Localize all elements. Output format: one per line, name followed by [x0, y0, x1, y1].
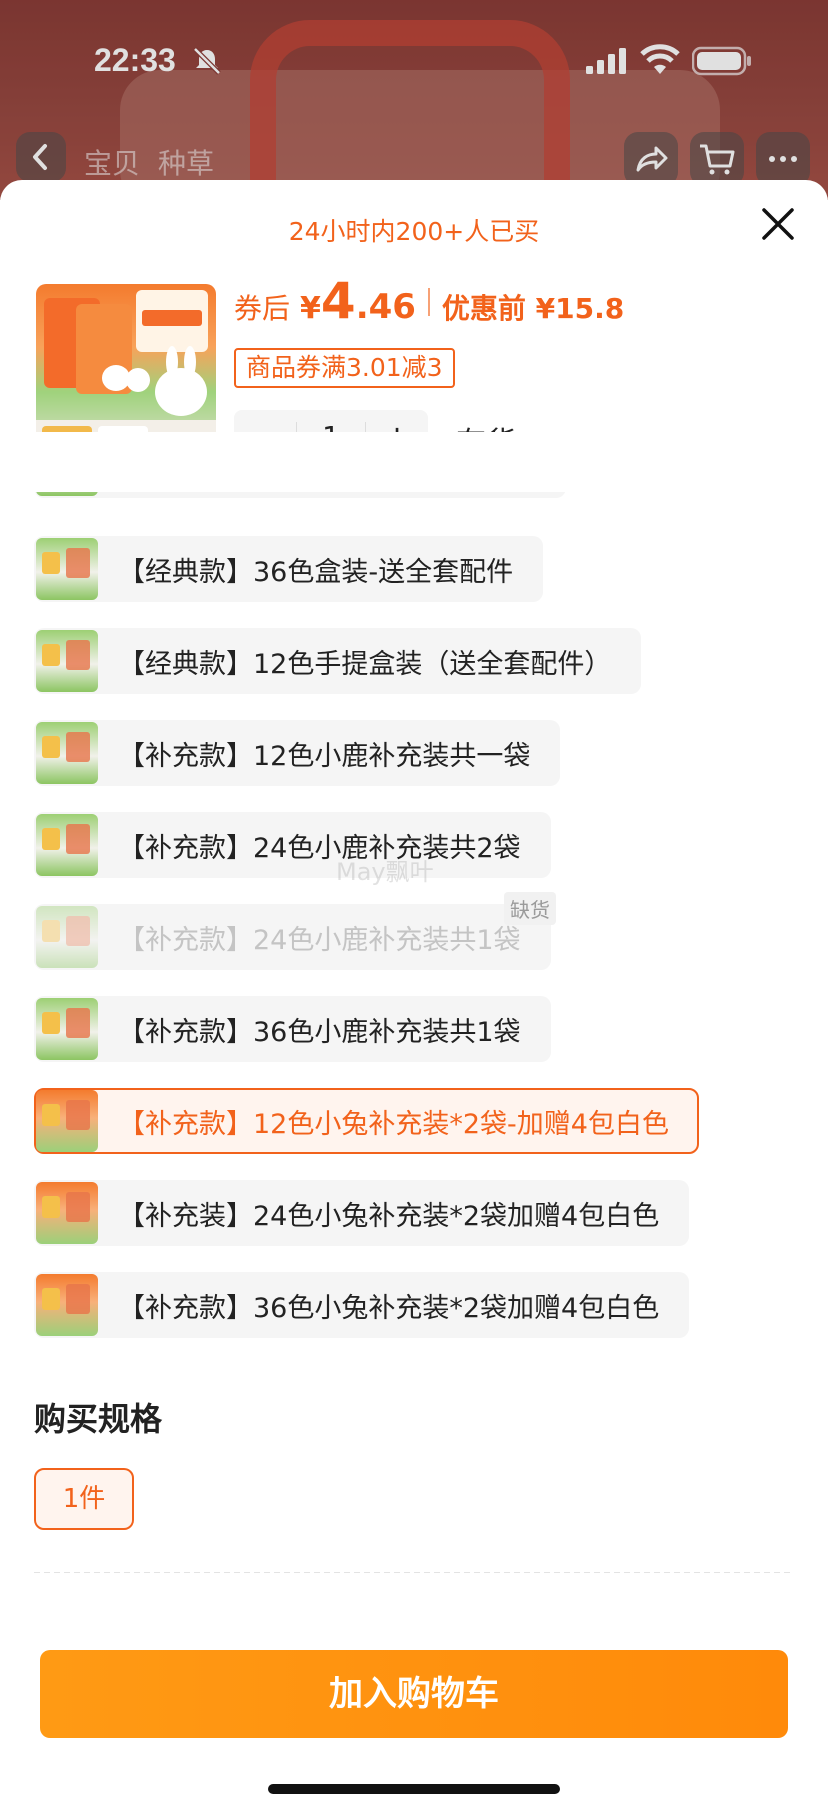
variant-thumbnail — [36, 538, 98, 600]
original-price: 优惠前 ¥15.8 — [441, 292, 625, 325]
price-integer: 4 — [320, 272, 356, 330]
variant-label: 【补充款】12色小兔补充装*2袋-加赠4包白色 — [118, 1108, 669, 1140]
close-icon[interactable] — [756, 202, 800, 246]
variant-option[interactable]: 【补充款】24色小鹿补充装共2袋 — [34, 812, 551, 878]
home-indicator — [268, 1784, 560, 1794]
spec-section-title: 购买规格 — [34, 1400, 163, 1438]
dim-overlay[interactable] — [0, 0, 828, 200]
variant-option[interactable]: 【经典款】36色盒装-送全套配件 — [34, 536, 544, 602]
header-mask — [0, 432, 828, 492]
coupon-tag: 商品券满3.01减3 — [234, 348, 455, 388]
variant-label: 【补充款】36色小鹿补充装共1袋 — [118, 1016, 521, 1048]
variant-label: 【补充款】36色小兔补充装*2袋加赠4包白色 — [118, 1292, 660, 1324]
variant-thumbnail — [36, 1090, 98, 1152]
variant-label: 【补充款】24色小鹿补充装共1袋 — [118, 924, 521, 956]
sold-count-banner: 24小时内200+人已买 — [288, 217, 540, 246]
add-to-cart-button[interactable]: 加入购物车 — [40, 1650, 788, 1738]
price-divider — [427, 288, 430, 316]
variant-option[interactable]: 【补充款】36色小兔补充装*2袋加赠4包白色 — [34, 1272, 690, 1338]
price-currency: ¥ — [300, 291, 321, 326]
variant-option[interactable]: 【补充款】12色小鹿补充装共一袋 — [34, 720, 561, 786]
price-label: 券后 — [234, 292, 291, 325]
bottom-divider — [34, 1572, 794, 1573]
variant-label: 【经典款】36色盒装-送全套配件 — [118, 556, 514, 588]
price-decimal: .46 — [355, 287, 416, 327]
variant-label: 【补充款】12色小鹿补充装共一袋 — [118, 740, 531, 772]
variant-option[interactable]: 【经典款】12色手提盒装（送全套配件） — [34, 628, 642, 694]
variant-thumbnail — [36, 1182, 98, 1244]
variant-label: 【补充装】24色小兔补充装*2袋加赠4包白色 — [118, 1200, 660, 1232]
variant-thumbnail — [36, 630, 98, 692]
price-row: 券后 ¥ 4 .46 优惠前 ¥15.8 — [234, 272, 624, 332]
spec-option-selected[interactable]: 1件 — [34, 1468, 134, 1530]
variant-thumbnail — [36, 1274, 98, 1336]
variant-label: 【补充款】24色小鹿补充装共2袋 — [118, 832, 521, 864]
variant-thumbnail — [36, 722, 98, 784]
sku-selection-sheet: 24小时内200+人已买 券后 ¥ 4 .46 优惠前 ¥15.8 商品券满3.… — [0, 180, 828, 1800]
variant-thumbnail — [36, 998, 98, 1060]
variant-option[interactable]: 【补充款】36色小鹿补充装共1袋 — [34, 996, 551, 1062]
variant-option-selected[interactable]: 【补充款】12色小兔补充装*2袋-加赠4包白色 — [34, 1088, 699, 1154]
variant-option[interactable]: 【补充装】24色小兔补充装*2袋加赠4包白色 — [34, 1180, 690, 1246]
variant-option-out-of-stock[interactable]: 【补充款】24色小鹿补充装共1袋 — [34, 904, 551, 970]
variant-thumbnail — [36, 906, 98, 968]
watermark: May飘叶 — [336, 858, 434, 886]
variant-label: 【经典款】12色手提盒装（送全套配件） — [118, 648, 612, 680]
out-of-stock-badge: 缺货 — [504, 892, 556, 925]
variant-thumbnail — [36, 814, 98, 876]
